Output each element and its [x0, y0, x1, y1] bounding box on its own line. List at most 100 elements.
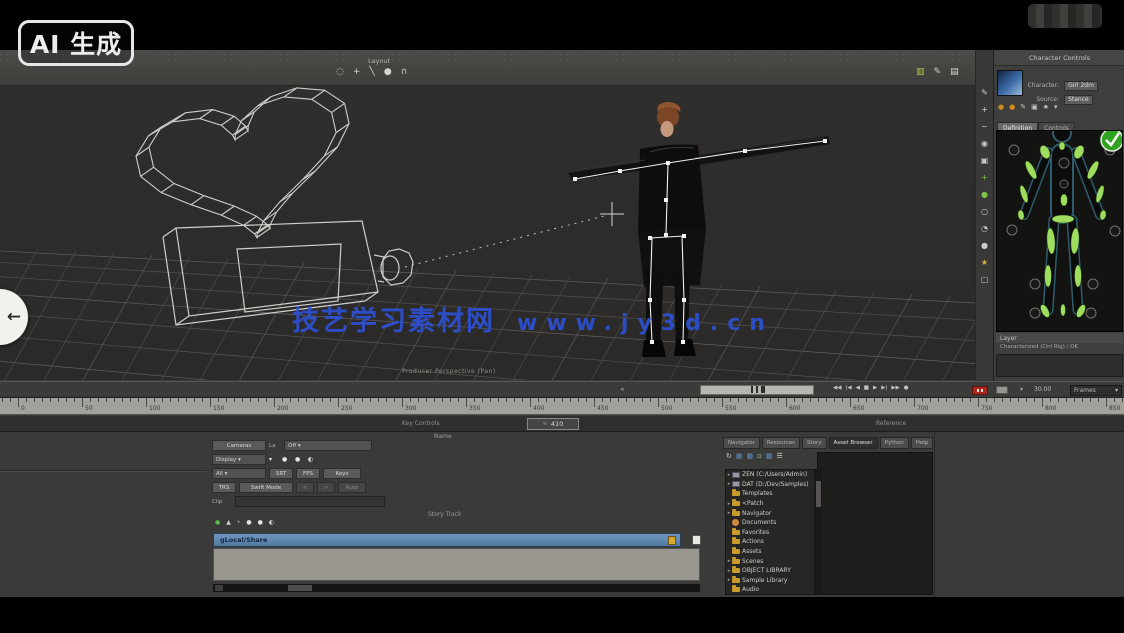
widget--[interactable]: ◐ — [308, 454, 320, 465]
edit-icon[interactable]: ✎ — [1020, 103, 1026, 111]
more-icon[interactable]: ▾ — [1054, 103, 1058, 111]
spine-node[interactable] — [1060, 180, 1068, 188]
record-film-icon[interactable] — [972, 386, 988, 395]
tree-item[interactable]: Actions — [726, 537, 814, 547]
timer-tool-icon[interactable]: ◔ — [981, 224, 988, 234]
orbit-icon[interactable]: ◌ — [336, 67, 344, 77]
asset-preview-area[interactable] — [817, 452, 933, 595]
notes-icon[interactable]: ▤ — [950, 67, 959, 77]
sphere2-icon[interactable]: ● — [258, 519, 263, 526]
skip-to-start-button[interactable]: ◀◀ — [833, 385, 841, 391]
track-lane-area[interactable] — [213, 548, 700, 581]
stop-button[interactable]: ■ — [864, 385, 869, 391]
next-key-button[interactable]: ▶▶ — [891, 385, 899, 391]
point-icon[interactable]: ● — [384, 67, 392, 77]
list-view-icon[interactable]: ▦ — [747, 452, 754, 460]
prev-frame-button[interactable]: ◀ — [856, 385, 860, 391]
footer-label[interactable]: Layer — [996, 333, 1123, 343]
head-node[interactable] — [1053, 131, 1071, 142]
keying-orange2-icon[interactable]: ● — [1009, 103, 1015, 111]
widget-display[interactable]: Display ▾ — [212, 454, 266, 465]
thumb-view-icon[interactable]: ▦ — [736, 452, 743, 460]
tree-item[interactable]: ▸ZEN (C:/Users/Admin) — [726, 470, 814, 480]
transport-mini-icon[interactable]: ◂ — [620, 385, 624, 393]
fps-value[interactable]: 30.00 — [1034, 386, 1051, 393]
cursor-icon[interactable]: ▲ — [226, 519, 231, 526]
sphere-tool-icon[interactable]: ◉ — [981, 139, 988, 149]
tree-item[interactable]: ▸OBJECT LIBRARY — [726, 566, 814, 576]
panel-tool-icon[interactable]: ▣ — [981, 156, 989, 166]
add-tool-icon[interactable]: + — [981, 173, 988, 183]
grid-view-icon[interactable]: ▦ — [766, 452, 773, 460]
tree-item[interactable]: Favorites — [726, 528, 814, 538]
widget-keys[interactable]: Keys — [323, 468, 361, 479]
widget-off[interactable]: Off ▾ — [284, 440, 372, 451]
asset-tab-python[interactable]: Python — [880, 437, 909, 449]
scroll-handle[interactable] — [288, 585, 312, 591]
time-mode-select[interactable]: Frames ▾ — [1070, 385, 1122, 396]
curve-icon[interactable]: ╲ — [369, 67, 374, 77]
selected-track-row[interactable]: gLocal/Share — [213, 533, 681, 547]
tree-item[interactable]: ▸Navigator — [726, 508, 814, 518]
record-green-icon[interactable]: ● — [215, 519, 220, 526]
widget->[interactable]: > — [317, 482, 335, 493]
next-frame-button[interactable]: ▶| — [881, 385, 887, 391]
pen-icon[interactable]: ✎ — [934, 67, 942, 77]
key-tool-icon[interactable]: ★ — [981, 258, 988, 268]
widget-cameras[interactable]: Cameras — [212, 440, 266, 451]
tree-item[interactable]: ▸Scenes — [726, 556, 814, 566]
tree-item[interactable]: ▸Sample Library — [726, 576, 814, 586]
widget-trs[interactable]: TRS — [212, 482, 236, 493]
widget--[interactable]: ▾ — [269, 454, 279, 465]
tree-item[interactable]: Documents — [726, 518, 814, 528]
take-folder-icon[interactable] — [996, 386, 1008, 394]
widget-srt[interactable]: SRT — [269, 468, 293, 479]
tree-item[interactable]: Audio — [726, 585, 814, 595]
frame-tool-icon[interactable]: ▢ — [981, 275, 989, 285]
track-lock-icon[interactable] — [668, 536, 676, 545]
keying-orange-icon[interactable]: ● — [998, 103, 1004, 111]
widget--[interactable]: ● — [295, 454, 305, 465]
tree-item[interactable]: ▸<Patch — [726, 499, 814, 509]
asset-tab-asset-browser[interactable]: Asset Browser — [829, 437, 878, 449]
pen-tool-icon[interactable]: ✎ — [981, 88, 988, 98]
sphere-white-icon[interactable]: ○ — [981, 207, 988, 217]
sphere1-icon[interactable]: ● — [246, 519, 251, 526]
widget-<[interactable]: < — [296, 482, 314, 493]
widget-auto[interactable]: Auto — [338, 482, 366, 493]
asset-tab-resources[interactable]: Resources — [762, 437, 800, 449]
current-frame-box[interactable]: ≡ 410 — [527, 418, 579, 430]
tree-item[interactable]: Assets — [726, 547, 814, 557]
scroll-stub[interactable] — [215, 585, 223, 591]
curve-tool-icon[interactable]: ~ — [981, 122, 988, 132]
character-definition-map[interactable] — [996, 130, 1123, 332]
half-sphere-icon[interactable]: ◐ — [269, 519, 274, 526]
fps-dropdown-arrow[interactable]: ▾ — [1020, 386, 1023, 393]
character-thumbnail[interactable] — [997, 70, 1023, 96]
dot-icon[interactable]: • — [237, 519, 241, 526]
character-tool-icon[interactable]: ● — [981, 190, 988, 200]
widget--[interactable]: ● — [282, 454, 292, 465]
timeline-ruler[interactable]: 0501001502002503003504004505005506006507… — [0, 398, 1124, 415]
loop-button[interactable]: ● — [904, 385, 909, 391]
arc-icon[interactable]: ∩ — [401, 67, 408, 77]
dot-tool-icon[interactable]: ● — [981, 241, 988, 251]
chest-node[interactable] — [1059, 158, 1069, 168]
source-field-value[interactable]: Stance — [1064, 95, 1093, 105]
translate-icon[interactable]: + — [353, 67, 361, 77]
time-scrubber[interactable] — [700, 385, 814, 395]
asset-tab-navigator[interactable]: Navigator — [723, 437, 760, 449]
widget-input[interactable] — [235, 496, 385, 507]
widget-swift-mode[interactable]: Swift Mode — [239, 482, 293, 493]
gradient-bar-icon[interactable]: ▥ — [916, 67, 925, 77]
detail-view-icon[interactable]: ☰ — [777, 452, 783, 460]
track-option-icon[interactable] — [692, 535, 701, 545]
tree-scrollbar[interactable] — [815, 469, 822, 595]
refresh-icon[interactable]: ↻ — [726, 452, 732, 460]
small-view-icon[interactable]: ▫ — [757, 452, 762, 460]
tree-item[interactable]: Templates — [726, 489, 814, 499]
heart-camera-wireframe[interactable] — [136, 88, 349, 238]
move-tool-icon[interactable]: + — [981, 105, 988, 115]
mirror-icon[interactable]: ▣ — [1031, 103, 1038, 111]
widget-fps[interactable]: FPS — [296, 468, 320, 479]
